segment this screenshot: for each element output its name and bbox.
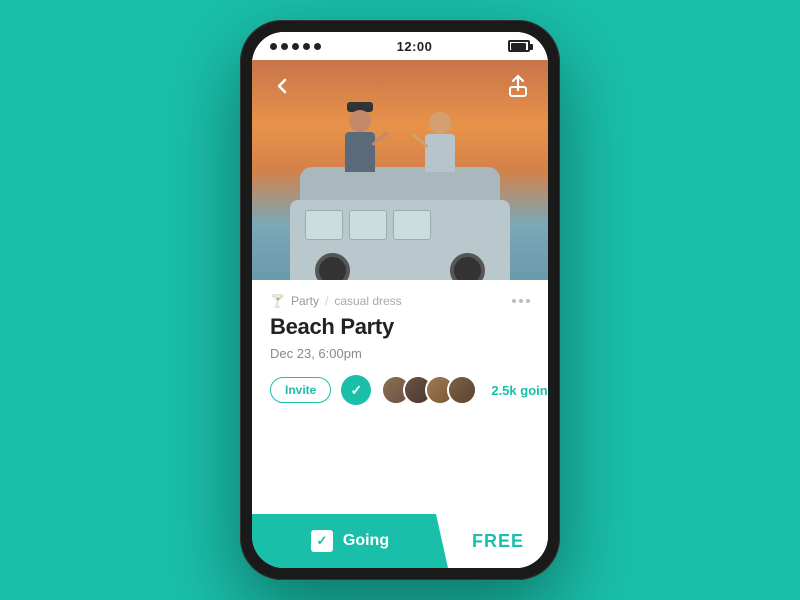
invite-button[interactable]: Invite [270, 377, 331, 403]
content-area: 🍸 Party / casual dress Beach Party Dec 2… [252, 280, 548, 514]
people-illustration [340, 102, 460, 172]
cocktail-icon: 🍸 [270, 294, 285, 308]
battery-icon [508, 40, 530, 52]
person-arm [411, 133, 428, 148]
van-window [393, 210, 431, 240]
more-dot [519, 299, 523, 303]
going-count: 2.5k going [491, 383, 548, 398]
person-right [425, 134, 455, 172]
category-left: 🍸 Party / casual dress [270, 294, 402, 308]
person-head [349, 110, 371, 132]
free-label: FREE [472, 531, 524, 552]
phone-frame: 12:00 [240, 20, 560, 580]
going-label: Going [343, 532, 389, 550]
more-dot [512, 299, 516, 303]
person-head [429, 112, 451, 134]
event-date: Dec 23, 6:00pm [270, 346, 530, 361]
separator: / [325, 294, 328, 308]
battery-fill [511, 43, 526, 50]
status-bar: 12:00 [252, 32, 548, 60]
dress-code-label: casual dress [334, 294, 401, 308]
signal-dot [303, 43, 310, 50]
checkmark-icon: ✓ [350, 382, 362, 399]
attendees-row: Invite ✓ [270, 375, 530, 405]
signal-dot [292, 43, 299, 50]
attendee-avatars [381, 375, 477, 405]
person-body [345, 132, 375, 172]
van-windows [305, 210, 431, 240]
signal-indicator [270, 43, 321, 50]
van-window [305, 210, 343, 240]
signal-dot [281, 43, 288, 50]
going-icon: ✓ [311, 530, 333, 552]
going-checkmark-icon: ✓ [316, 533, 327, 549]
van-window [349, 210, 387, 240]
status-time: 12:00 [397, 39, 433, 54]
action-bar: ✓ Going FREE [252, 514, 548, 568]
event-title: Beach Party [270, 314, 530, 340]
free-price-section[interactable]: FREE [448, 514, 548, 568]
hero-image [252, 60, 548, 280]
going-button[interactable]: ✓ Going [252, 514, 448, 568]
more-dot [526, 299, 530, 303]
person-arm [371, 131, 388, 146]
van-illustration [290, 170, 510, 280]
category-label: Party [291, 294, 319, 308]
back-button[interactable] [266, 70, 298, 102]
person-left [345, 132, 375, 172]
van-roof [300, 167, 500, 202]
van-wheel-left [315, 253, 350, 280]
phone-screen: 12:00 [252, 32, 548, 568]
share-button[interactable] [502, 70, 534, 102]
more-options-button[interactable] [512, 299, 530, 303]
category-row: 🍸 Party / casual dress [270, 294, 530, 308]
avatar [447, 375, 477, 405]
status-right-icons [508, 40, 530, 52]
signal-dot [314, 43, 321, 50]
van-wheel-right [450, 253, 485, 280]
avatar-face [449, 377, 475, 403]
signal-dot [270, 43, 277, 50]
person-body [425, 134, 455, 172]
going-check-indicator: ✓ [341, 375, 371, 405]
